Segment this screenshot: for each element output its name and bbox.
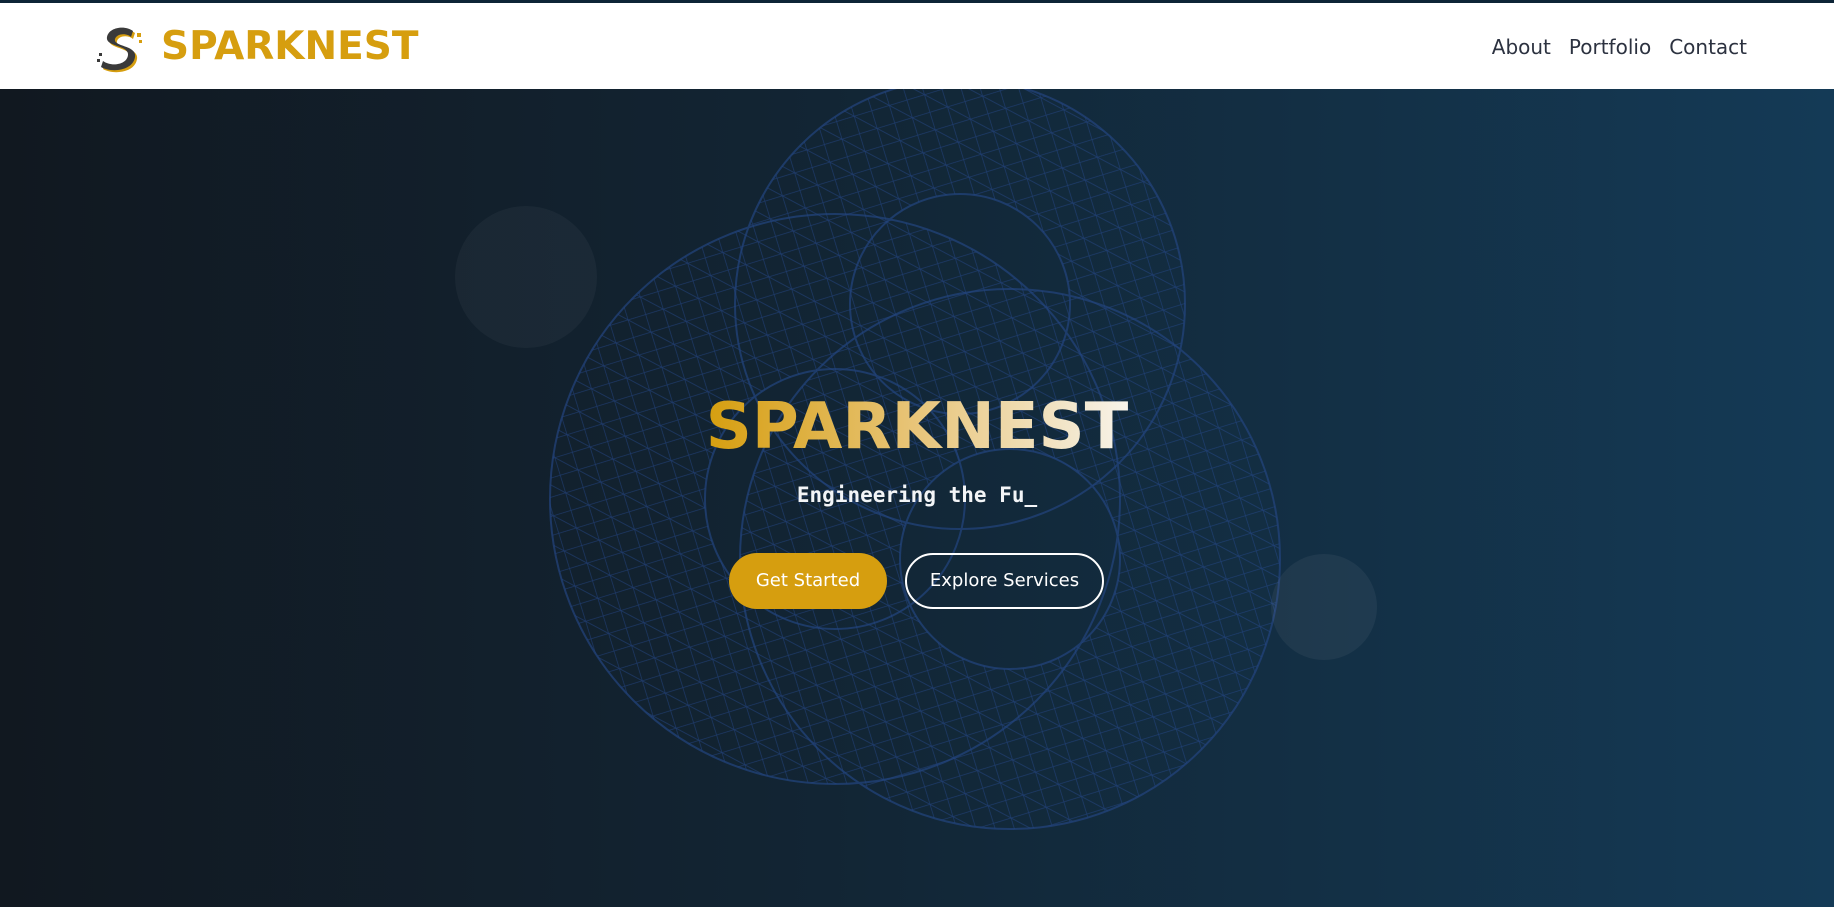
main-nav: About Portfolio Contact — [1492, 34, 1747, 60]
hero-title: SPARKNEST — [705, 390, 1129, 464]
nav-link-contact[interactable]: Contact — [1669, 34, 1747, 60]
hero-tagline: Engineering the Fu_ — [796, 483, 1038, 507]
site-header: SPARKNEST About Portfolio Contact — [0, 3, 1834, 89]
nav-link-about[interactable]: About — [1492, 34, 1551, 60]
brand-logo[interactable]: SPARKNEST — [95, 21, 419, 73]
hero-section: SPARKNEST Engineering the Fu_ Get Starte… — [0, 89, 1834, 907]
brand-name: SPARKNEST — [161, 24, 419, 69]
explore-services-button[interactable]: Explore Services — [905, 553, 1104, 609]
nav-link-portfolio[interactable]: Portfolio — [1569, 34, 1651, 60]
spark-s-logo-icon — [97, 27, 142, 73]
get-started-button[interactable]: Get Started — [729, 553, 887, 609]
